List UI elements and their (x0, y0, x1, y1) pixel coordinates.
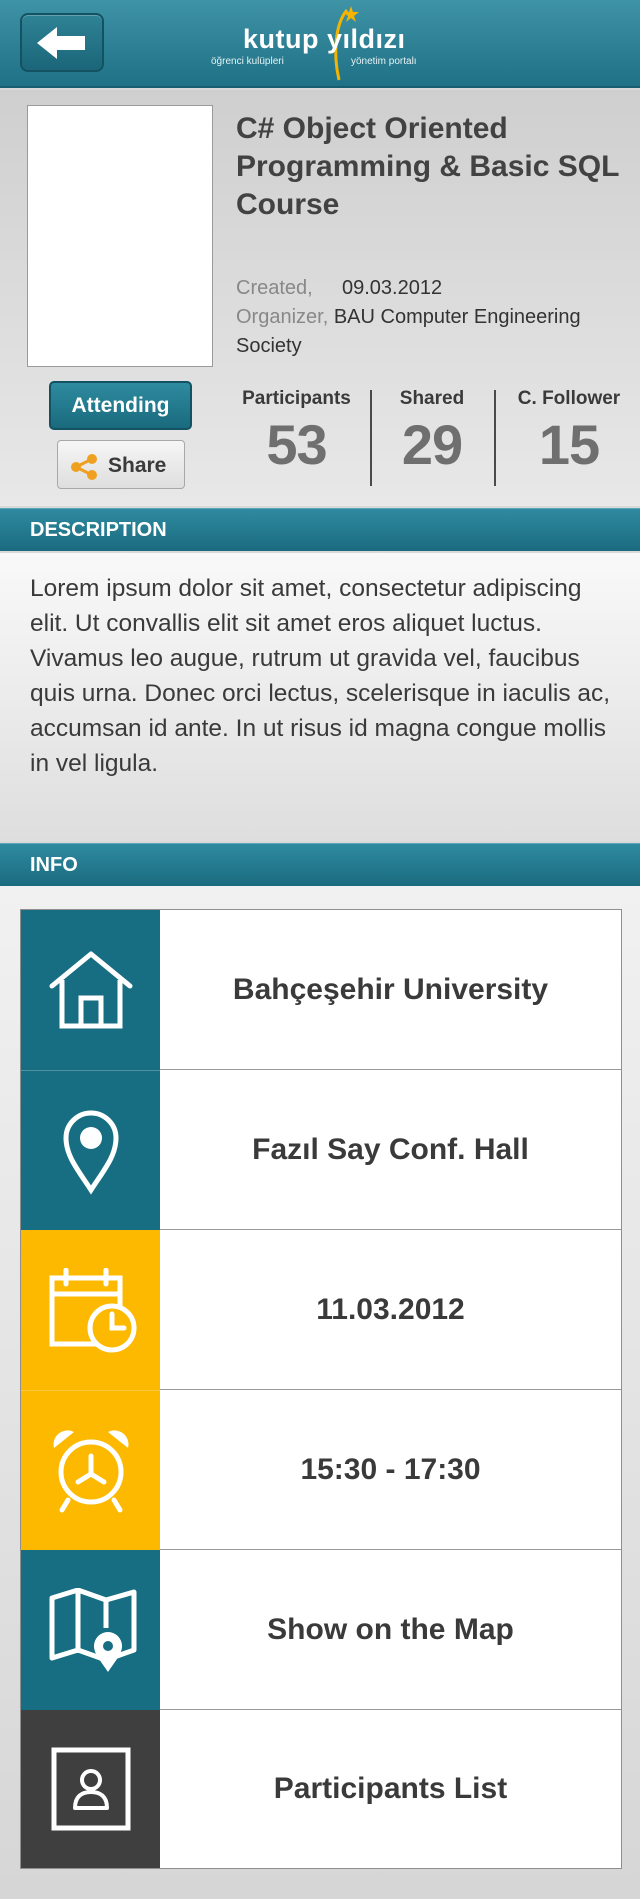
description-header: DESCRIPTION (0, 508, 640, 551)
description-text: Lorem ipsum dolor sit amet, consectetur … (30, 575, 611, 777)
info-row-text: Show on the Map (160, 1550, 621, 1710)
app-logo: kutup yıldızı öğrenci kulüpleri yönetim … (205, 4, 435, 84)
logo-subtitle-right: yönetim portalı (351, 56, 417, 67)
info-icon-cell (21, 1230, 160, 1390)
created-value: 09.03.2012 (342, 277, 443, 299)
event-title: C# Object Oriented Programming & Basic S… (236, 112, 619, 221)
event-image (27, 105, 213, 367)
calendar-clock-icon (49, 1268, 137, 1353)
event-meta: Created, 09.03.2012 Organizer, BAU Compu… (236, 274, 631, 361)
stat-participants: Participants 53 (234, 388, 359, 477)
logo-subtitle-left: öğrenci kulüpleri (211, 56, 284, 67)
back-arrow-icon (37, 27, 85, 59)
info-icon-cell (21, 910, 160, 1070)
stat-c-follower: C. Follower 15 (504, 388, 634, 477)
info-icon-cell (21, 1550, 160, 1710)
info-row-date[interactable]: 11.03.2012 (21, 1230, 621, 1390)
event-summary: C# Object Oriented Programming & Basic S… (0, 90, 640, 506)
alarm-clock-icon (53, 1430, 129, 1513)
back-button[interactable] (20, 13, 104, 72)
created-label: Created, (236, 277, 313, 299)
stat-label: C. Follower (517, 388, 621, 409)
stat-divider (494, 390, 496, 486)
info-row-text: Fazıl Say Conf. Hall (160, 1070, 621, 1230)
share-label: Share (108, 454, 167, 477)
info-row-time[interactable]: 15:30 - 17:30 (21, 1390, 621, 1550)
map-icon (49, 1588, 137, 1672)
info-icon-cell (21, 1710, 160, 1868)
info-row-hall[interactable]: Fazıl Say Conf. Hall (21, 1070, 621, 1230)
top-bar: kutup yıldızı öğrenci kulüpleri yönetim … (0, 0, 640, 88)
share-icon (71, 454, 97, 480)
info-row-map[interactable]: Show on the Map (21, 1550, 621, 1710)
info-row-venue[interactable]: Bahçeşehir University (21, 910, 621, 1070)
organizer-label: Organizer, (236, 306, 329, 328)
stat-value: 15 (538, 413, 600, 476)
info-list: Bahçeşehir University Fazıl Say Conf. Ha… (20, 909, 622, 1869)
info-row-text: Participants List (273, 1772, 508, 1805)
event-detail-page: kutup yıldızı öğrenci kulüpleri yönetim … (0, 0, 640, 1899)
info-row-text: Bahçeşehir University (160, 910, 621, 1070)
info-row-text: 11.03.2012 (160, 1230, 621, 1390)
share-button[interactable]: Share (57, 440, 185, 489)
stat-label: Shared (399, 388, 465, 409)
stat-divider (370, 390, 372, 486)
stat-value: 53 (266, 413, 327, 476)
organizer-row: Organizer, BAU Computer Engineering Soci… (236, 303, 631, 361)
location-pin-icon (63, 1110, 119, 1195)
stat-label: Participants (242, 388, 351, 409)
info-header: INFO (0, 843, 640, 886)
created-row: Created, 09.03.2012 (236, 274, 631, 303)
attending-button[interactable]: Attending (49, 381, 192, 430)
info-icon-cell (21, 1390, 160, 1550)
logo-text: kutup yıldızı (243, 24, 406, 54)
stat-shared: Shared 29 (378, 388, 486, 477)
description-section: Lorem ipsum dolor sit amet, consectetur … (0, 553, 640, 841)
stat-value: 29 (401, 413, 463, 476)
info-row-participants[interactable]: Participants List (21, 1710, 621, 1868)
info-section: Bahçeşehir University Fazıl Say Conf. Ha… (0, 886, 640, 1899)
info-icon-cell (21, 1070, 160, 1230)
home-icon (49, 951, 133, 1029)
participants-list-icon (51, 1747, 131, 1831)
info-row-text: 15:30 - 17:30 (160, 1390, 621, 1550)
